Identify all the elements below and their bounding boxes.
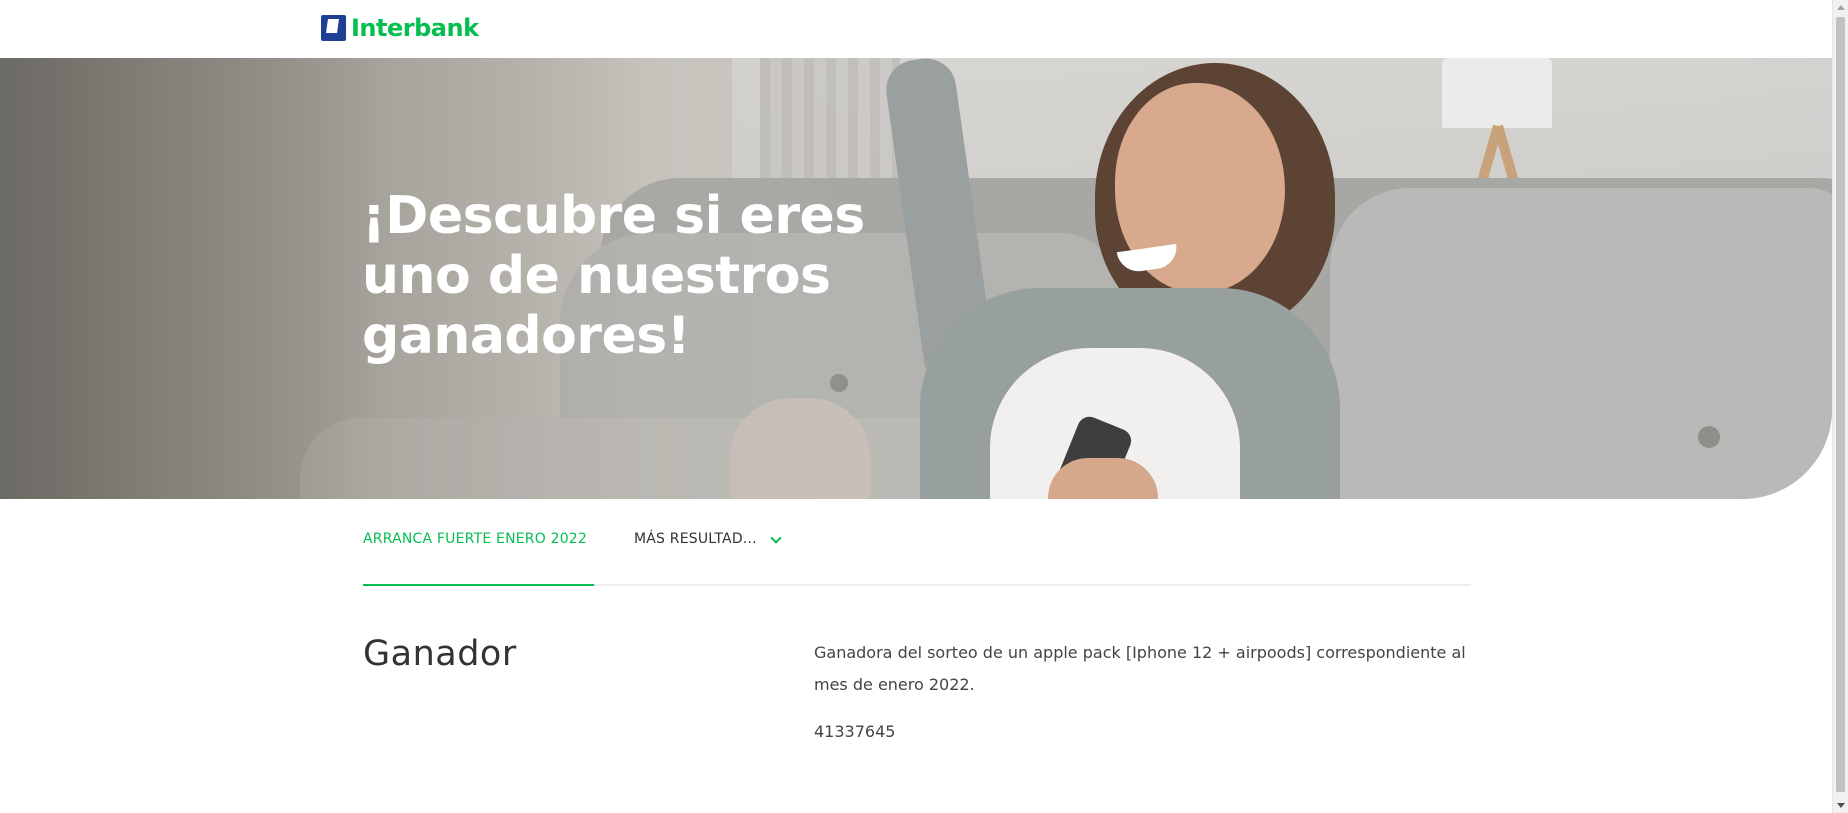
interbank-logo[interactable]: Interbank bbox=[321, 14, 479, 42]
hero-title: ¡Descubre si eres uno de nuestros ganado… bbox=[362, 186, 865, 366]
scroll-up-arrow-icon[interactable] bbox=[1837, 5, 1845, 10]
active-tab-indicator bbox=[363, 584, 594, 586]
hero-image-lamp bbox=[1442, 58, 1552, 128]
hero-banner: ¡Descubre si eres uno de nuestros ganado… bbox=[0, 58, 1832, 499]
vertical-scrollbar[interactable] bbox=[1832, 0, 1848, 813]
logo-text: Interbank bbox=[351, 14, 479, 42]
tab-arranca-fuerte-enero-2022[interactable]: ARRANCA FUERTE ENERO 2022 bbox=[363, 531, 587, 547]
scrollbar-thumb[interactable] bbox=[1836, 17, 1845, 792]
scroll-down-arrow-icon[interactable] bbox=[1837, 803, 1845, 808]
interbank-logo-icon bbox=[321, 15, 346, 41]
tab-more-results-dropdown[interactable]: MÁS RESULTAD... bbox=[634, 531, 757, 547]
site-header: Interbank bbox=[0, 0, 1832, 58]
winner-description: Ganadora del sorteo de un apple pack [Ip… bbox=[814, 643, 1466, 694]
winner-heading: Ganador bbox=[363, 634, 517, 674]
hero-image-cushion bbox=[1330, 188, 1832, 499]
results-tabs: ARRANCA FUERTE ENERO 2022 MÁS RESULTAD..… bbox=[363, 499, 1471, 586]
winner-id: 41337645 bbox=[814, 722, 896, 741]
hero-image-sofa-button bbox=[1698, 426, 1720, 448]
page: Interbank ¡Descubre si eres uno de nuest… bbox=[0, 0, 1848, 813]
chevron-down-icon[interactable] bbox=[770, 532, 782, 544]
